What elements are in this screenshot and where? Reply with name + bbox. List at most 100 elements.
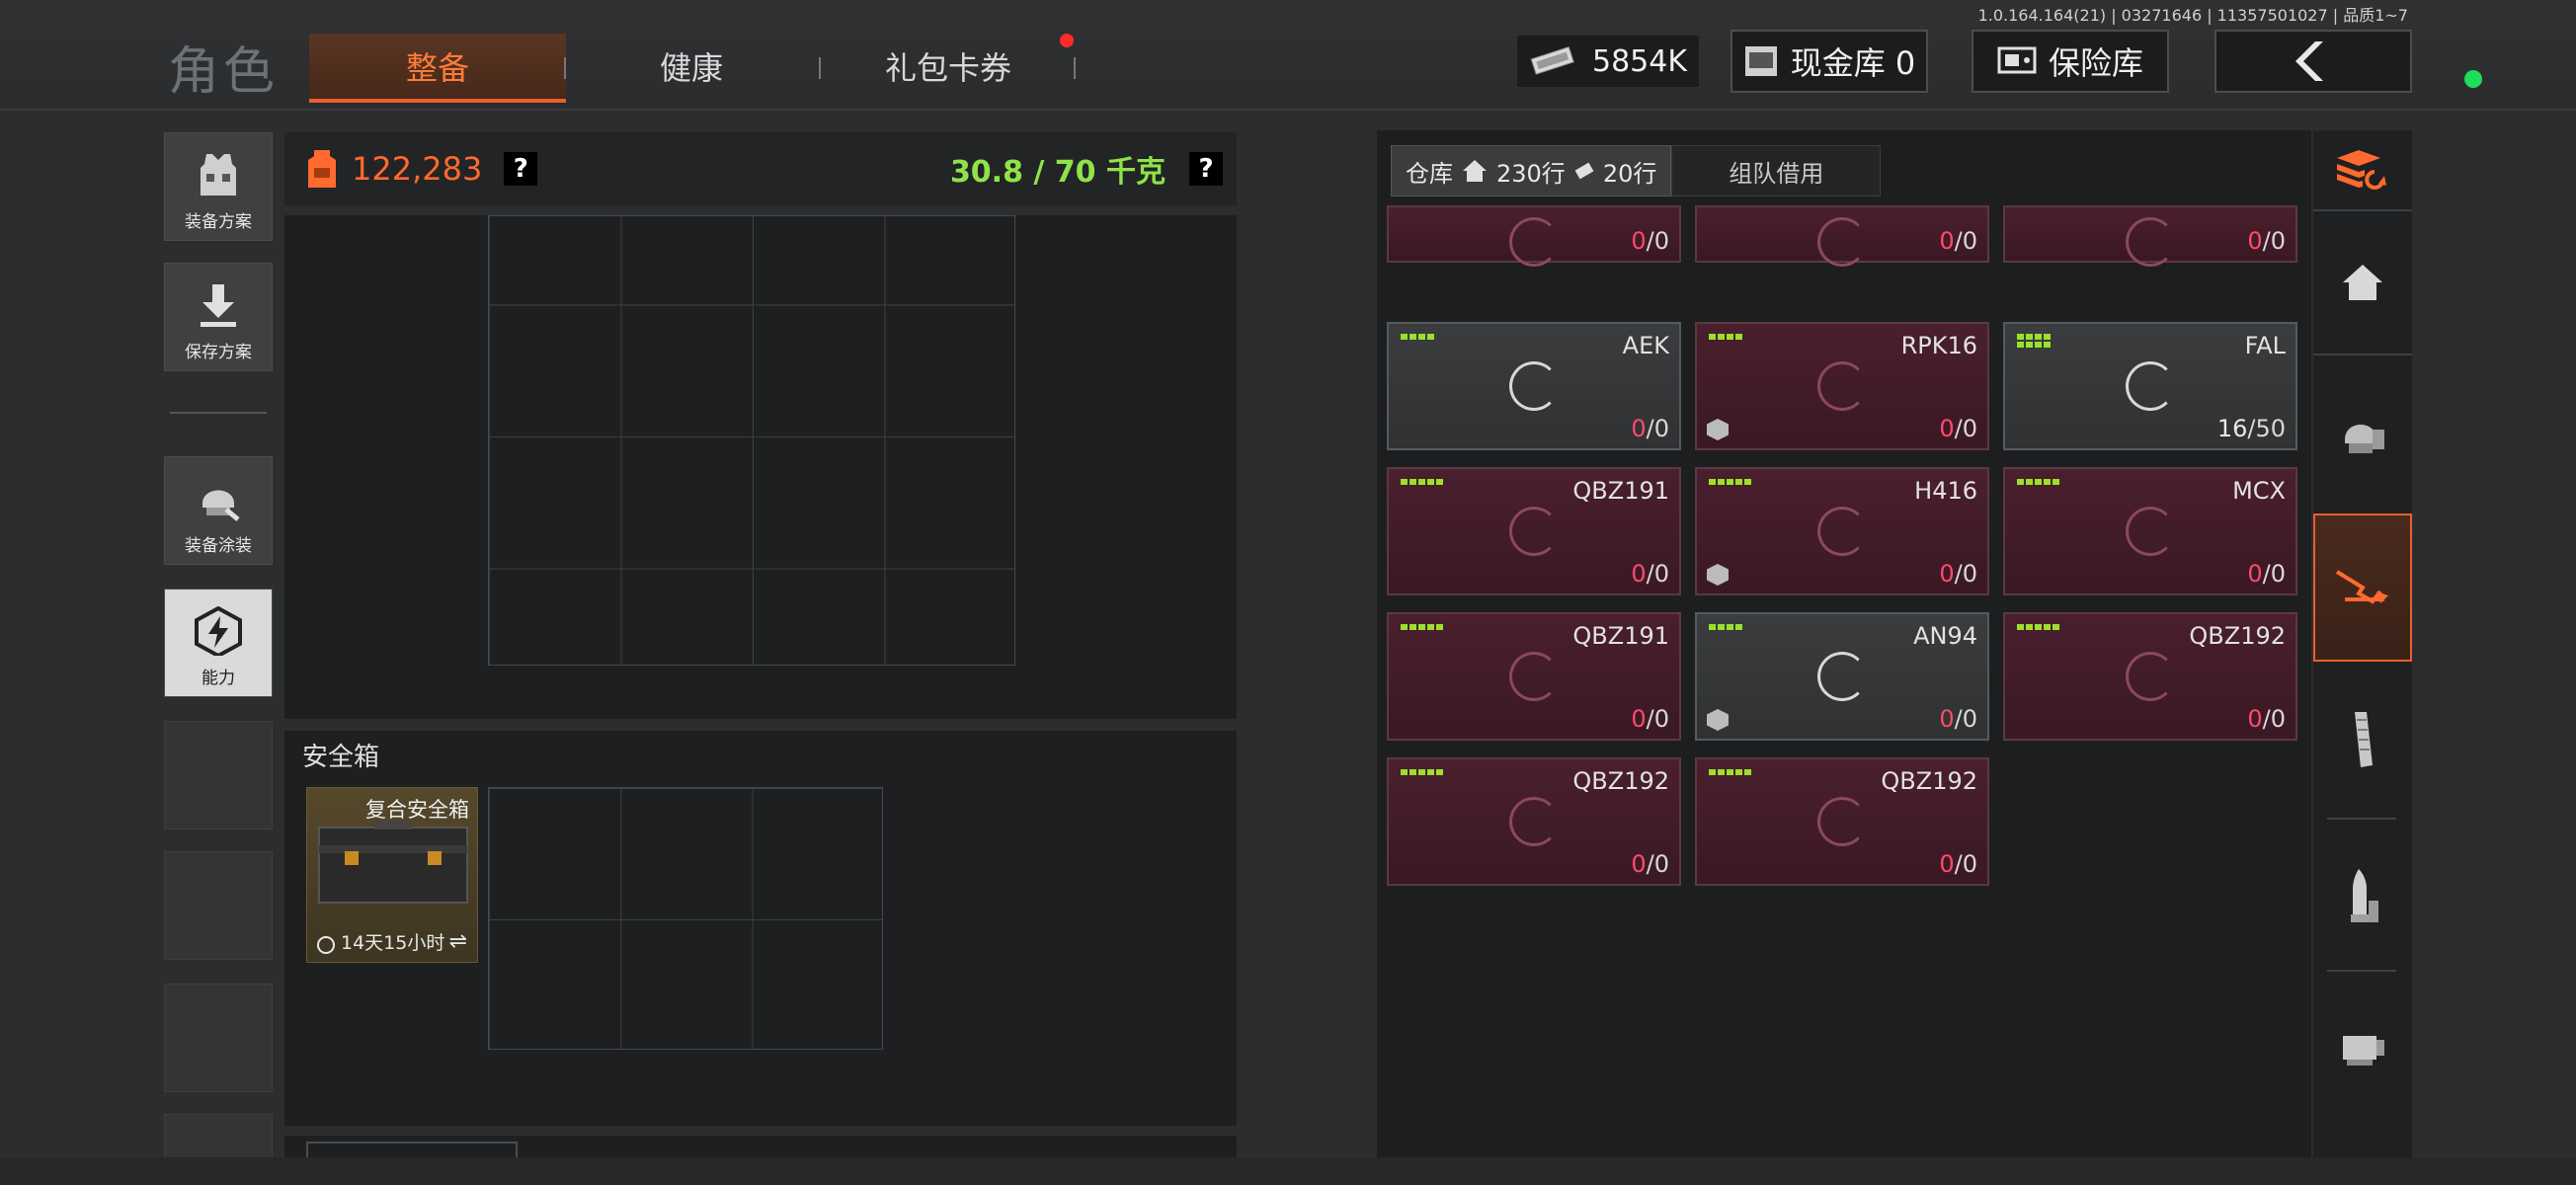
- backpack-header: 122,283 ? 30.8 / 70 千克 ?: [284, 132, 1237, 205]
- category-home[interactable]: [2313, 209, 2412, 356]
- category-stack-refresh[interactable]: [2313, 132, 2412, 205]
- weapon-card[interactable]: QBZ191 0/0: [1387, 467, 1681, 595]
- rarity-bars: [1709, 479, 1751, 485]
- weapon-card[interactable]: FAL 16/50: [2003, 322, 2297, 450]
- weapon-card[interactable]: 0/0: [1387, 205, 1681, 267]
- tab-gift-coupons[interactable]: 礼包卡券: [840, 34, 1057, 99]
- loading-spinner-icon: [1509, 797, 1559, 846]
- armor-icon: [2345, 425, 2384, 453]
- loading-spinner-icon: [1509, 217, 1559, 267]
- sidebar-item-save-plan[interactable]: 保存方案: [164, 263, 273, 371]
- package-icon: [1707, 709, 1729, 731]
- warehouse-items: 20行: [1602, 159, 1657, 188]
- cash-vault-button[interactable]: 现金库 0: [1731, 30, 1928, 93]
- weapon-card[interactable]: RPK16 0/0: [1695, 322, 1989, 450]
- weapon-card[interactable]: QBZ192 0/0: [1387, 757, 1681, 886]
- rifle-icon: [2335, 570, 2388, 604]
- ammo-count-capacity: /0: [1646, 560, 1669, 588]
- rarity-bars: [1401, 624, 1443, 630]
- ammo-count-capacity: /0: [1954, 560, 1977, 588]
- value-help-button[interactable]: ?: [504, 152, 538, 186]
- swap-icon[interactable]: ⇌: [449, 929, 467, 954]
- sidebar-divider: [170, 412, 267, 414]
- rarity-bars: [1709, 624, 1742, 630]
- ammo-count-current: 0: [1939, 560, 1955, 588]
- weapon-name: AN94: [1913, 622, 1977, 650]
- category-magazine[interactable]: [2313, 666, 2412, 814]
- bottom-edge: [0, 1157, 2576, 1185]
- safe-title: 安全箱: [302, 743, 380, 772]
- weapon-card[interactable]: QBZ192 0/0: [2003, 612, 2297, 741]
- ammo-count-capacity: /0: [1954, 415, 1977, 442]
- weapon-name: QBZ192: [1572, 767, 1669, 795]
- rarity-bars: [2017, 334, 2056, 348]
- ammo-count: 0/0: [1631, 227, 1669, 255]
- weapon-card[interactable]: 0/0: [1695, 205, 1989, 267]
- ammo-count: 16/50: [2217, 415, 2286, 442]
- weapon-card[interactable]: 0/0: [2003, 205, 2297, 267]
- weight-help-button[interactable]: ?: [1189, 152, 1223, 186]
- tab-divider: [564, 57, 566, 79]
- tab-health[interactable]: 健康: [583, 34, 800, 99]
- weight-display: 30.8 / 70 千克: [949, 155, 1166, 190]
- weapon-card[interactable]: QBZ192 0/0: [1695, 757, 1989, 886]
- storage-tabs: 仓库 230行 20行 组队借用: [1391, 144, 1882, 198]
- sidebar-empty-slot: [164, 721, 273, 830]
- tab-team-borrow[interactable]: 组队借用: [1671, 145, 1882, 197]
- weapon-name: FAL: [2244, 332, 2286, 359]
- ammo-count: 0/0: [1631, 560, 1669, 588]
- back-button[interactable]: [2214, 30, 2412, 93]
- category-divider: [2327, 818, 2396, 820]
- weapon-card[interactable]: MCX 0/0: [2003, 467, 2297, 595]
- category-rifle[interactable]: [2313, 514, 2412, 662]
- category-armor[interactable]: [2313, 361, 2412, 510]
- sidebar-item-label: 保存方案: [185, 343, 252, 362]
- loading-spinner-icon: [1817, 507, 1867, 556]
- helmet-paint-icon: [202, 490, 240, 521]
- ammo-count-capacity: /50: [2247, 415, 2286, 442]
- loading-spinner-icon: [1817, 652, 1867, 701]
- magazine-icon: [2355, 712, 2373, 767]
- sidebar-item-ability[interactable]: 能力: [164, 589, 273, 697]
- tab-warehouse[interactable]: 仓库 230行 20行: [1391, 145, 1672, 197]
- ammo-count-current: 0: [1631, 227, 1647, 255]
- sidebar-item-label: 能力: [201, 669, 235, 688]
- item-small-icon: [1574, 162, 1594, 180]
- ammo-count: 0/0: [2247, 227, 2286, 255]
- sidebar-item-loadout-plan[interactable]: 装备方案: [164, 132, 273, 241]
- weapon-name: QBZ191: [1572, 622, 1669, 650]
- ammo-count-capacity: /0: [1646, 415, 1669, 442]
- backpack-value: 122,283: [352, 150, 483, 188]
- ammo-count-capacity: /0: [1646, 227, 1669, 255]
- vest-icon: [201, 154, 236, 196]
- weapon-card[interactable]: AEK 0/0: [1387, 322, 1681, 450]
- weapon-card[interactable]: H416 0/0: [1695, 467, 1989, 595]
- category-scope[interactable]: [2313, 974, 2412, 1122]
- safe-vault-label: 保险库: [2048, 44, 2143, 82]
- weapon-name: MCX: [2232, 477, 2286, 505]
- build-info: 1.0.164.164(21) | 03271646 | 11357501027…: [1977, 6, 2408, 25]
- ammo-count-capacity: /0: [1954, 850, 1977, 878]
- sidebar-empty-slot: [164, 851, 273, 960]
- rarity-bars: [2017, 479, 2059, 485]
- safe-grid[interactable]: [488, 787, 883, 1050]
- weapon-card[interactable]: AN94 0/0: [1695, 612, 1989, 741]
- safe-box-item[interactable]: 复合安全箱 14天15小时 ⇌: [306, 787, 478, 963]
- weapon-card[interactable]: QBZ191 0/0: [1387, 612, 1681, 741]
- backpack-grid[interactable]: [488, 215, 1015, 666]
- ammo-count-current: 0: [1631, 850, 1647, 878]
- tab-gear[interactable]: 整备: [309, 34, 566, 103]
- ammo-count-capacity: /0: [1646, 705, 1669, 733]
- safe-vault-button[interactable]: 保险库: [1972, 30, 2169, 93]
- home-small-icon: [1463, 160, 1487, 182]
- sidebar-item-gear-skin[interactable]: 装备涂装: [164, 456, 273, 565]
- notification-badge: [1060, 34, 1074, 47]
- sidebar-item-label: 装备方案: [185, 212, 252, 232]
- rarity-bars: [2017, 624, 2059, 630]
- case-icon: [318, 822, 468, 904]
- tab-divider: [1074, 57, 1076, 79]
- ammo-count: 0/0: [1631, 705, 1669, 733]
- scope-icon: [2343, 1036, 2384, 1066]
- sidebar-empty-slot: [164, 984, 273, 1092]
- category-ammo[interactable]: [2313, 822, 2412, 970]
